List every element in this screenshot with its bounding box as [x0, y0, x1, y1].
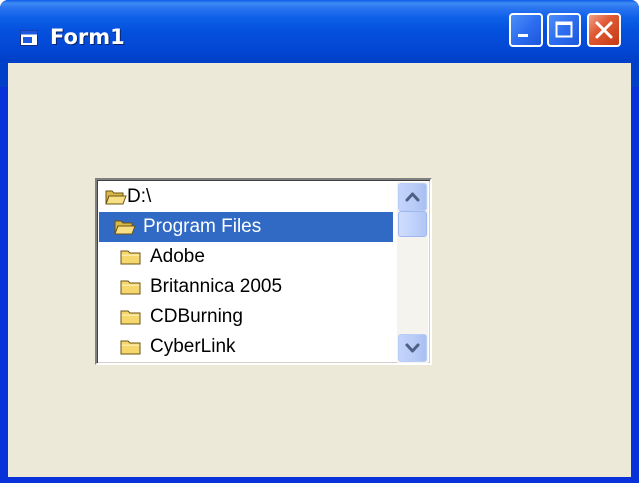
directory-list-box[interactable]: D:\ Program Files Adobe Britannica 2005 …	[95, 178, 432, 365]
list-item[interactable]: CyberLink	[99, 332, 397, 362]
folder-icon	[120, 280, 141, 295]
open-folder-icon	[114, 220, 136, 235]
list-item[interactable]: D:\	[99, 182, 397, 212]
close-button[interactable]	[587, 13, 621, 47]
scroll-thumb[interactable]	[398, 211, 427, 237]
list-item[interactable]: Britannica 2005	[99, 272, 397, 302]
form1-window: Form1 D:\ Program Files Adobe Britannica…	[0, 0, 639, 483]
window-title: Form1	[50, 25, 125, 49]
list-item-label: Britannica 2005	[150, 276, 283, 297]
list-item[interactable]: CDBurning	[99, 302, 397, 332]
scroll-up-button[interactable]	[398, 183, 427, 211]
list-item-label: Program Files	[143, 216, 262, 237]
directory-list-items: D:\ Program Files Adobe Britannica 2005 …	[99, 182, 397, 363]
folder-icon	[120, 250, 141, 265]
maximize-button[interactable]	[547, 13, 581, 47]
chevron-down-icon	[405, 343, 420, 353]
list-item[interactable]: Program Files	[99, 212, 397, 242]
close-icon	[595, 21, 613, 39]
chevron-up-icon	[405, 192, 420, 202]
form-client-area: D:\ Program Files Adobe Britannica 2005 …	[8, 63, 631, 477]
open-folder-icon	[105, 190, 127, 205]
list-item[interactable]: Adobe	[99, 242, 397, 272]
folder-icon	[120, 340, 141, 355]
maximize-icon	[555, 21, 573, 38]
folder-icon	[120, 310, 141, 325]
list-item-label: CDBurning	[150, 306, 243, 327]
list-item-label: D:\	[127, 186, 152, 207]
minimize-button[interactable]	[509, 13, 543, 47]
list-item-label: Adobe	[150, 246, 205, 267]
scroll-down-button[interactable]	[398, 334, 427, 362]
list-item-label: CyberLink	[150, 336, 236, 357]
vertical-scrollbar[interactable]	[397, 182, 428, 363]
app-icon	[20, 30, 38, 46]
minimize-icon	[518, 34, 528, 37]
